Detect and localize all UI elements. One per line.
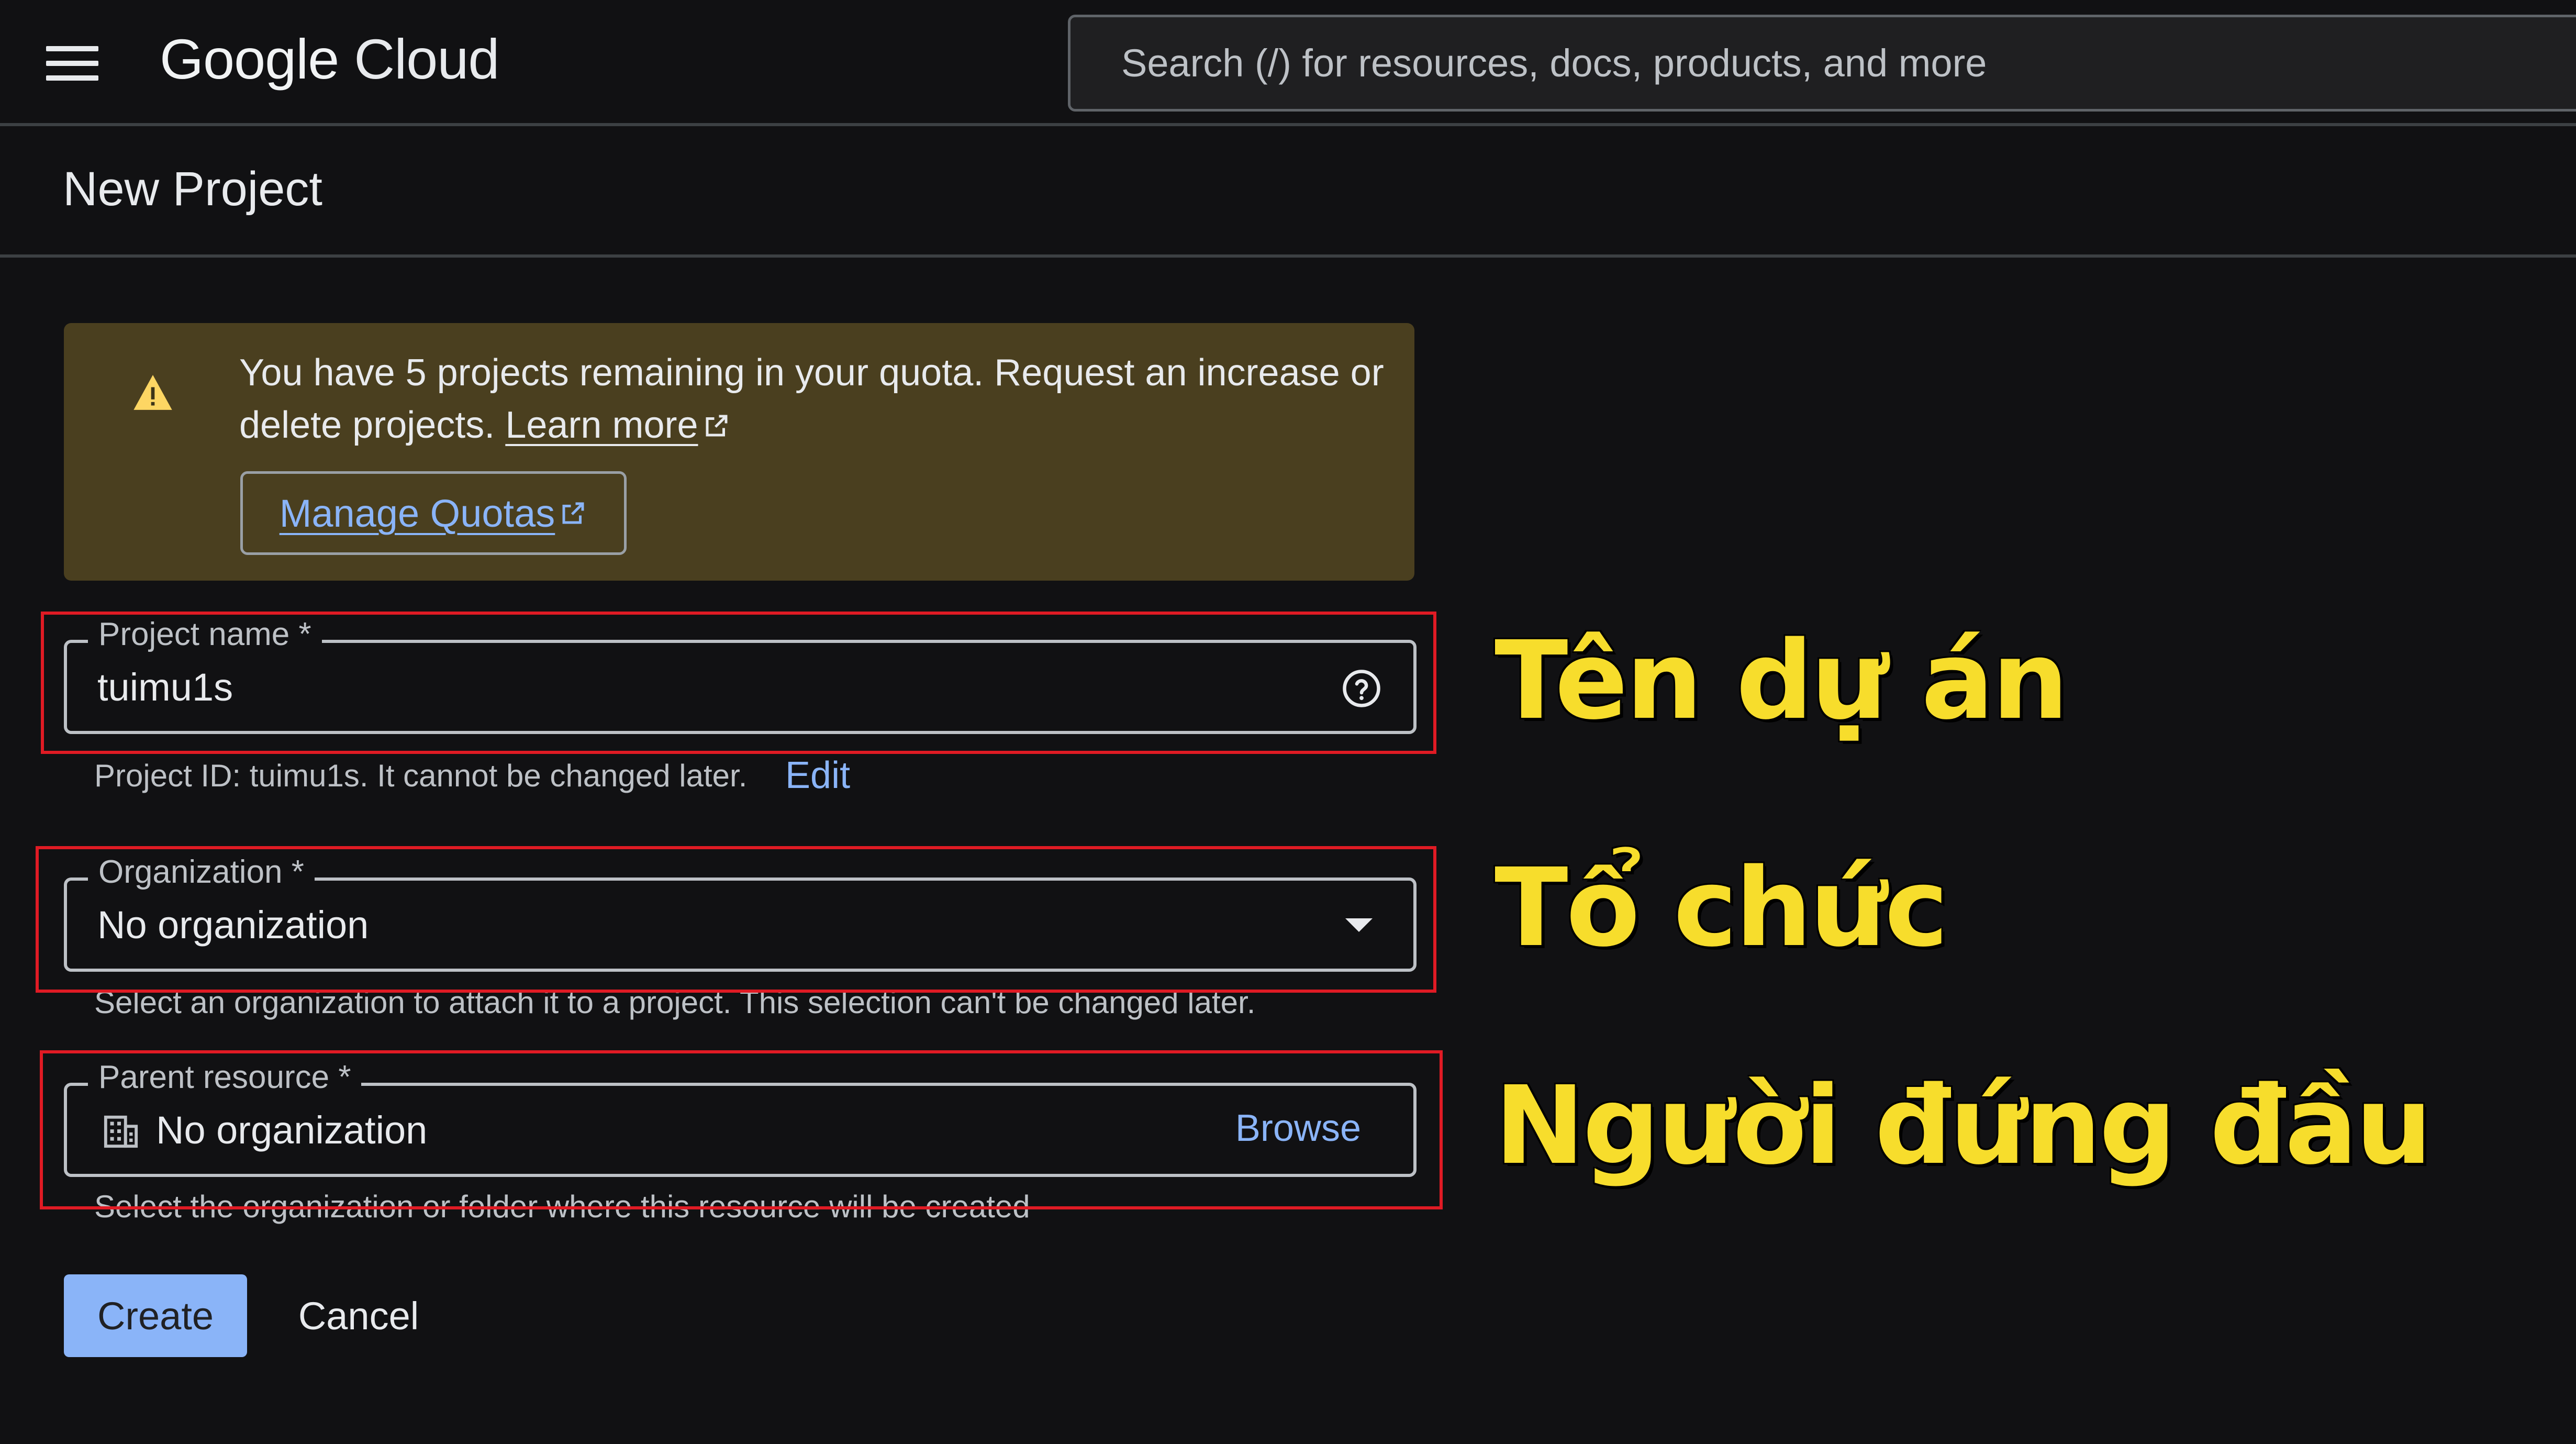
project-name-label: Project name * xyxy=(88,616,322,653)
organization-hint: Select an organization to attach it to a… xyxy=(94,985,1256,1020)
page-header: New Project xyxy=(0,129,2576,258)
project-name-field[interactable]: Project name * xyxy=(64,616,1417,734)
learn-more-link[interactable]: Learn more xyxy=(505,404,698,446)
edit-project-id-link[interactable]: Edit xyxy=(785,754,850,797)
banner-message-text: You have 5 projects remaining in your qu… xyxy=(239,352,1384,446)
parent-resource-value: No organization xyxy=(156,1108,428,1152)
search-input[interactable] xyxy=(1120,17,2534,109)
dropdown-arrow-icon[interactable] xyxy=(1345,918,1373,932)
quota-warning-banner: You have 5 projects remaining in your qu… xyxy=(64,323,1414,581)
search-box[interactable] xyxy=(1068,15,2576,112)
browse-button[interactable]: Browse xyxy=(1235,1107,1361,1150)
logo-cloud-text: Cloud xyxy=(354,27,499,91)
cancel-button[interactable]: Cancel xyxy=(277,1274,440,1357)
organization-label: Organization * xyxy=(88,853,315,891)
create-button[interactable]: Create xyxy=(64,1274,247,1357)
annotation-project-name: Tên dự án xyxy=(1495,618,2069,743)
hamburger-menu-icon[interactable] xyxy=(46,46,98,81)
page-title: New Project xyxy=(63,162,322,216)
parent-resource-hint: Select the organization or folder where … xyxy=(94,1189,1030,1224)
help-circle-icon[interactable] xyxy=(1341,668,1382,709)
organization-value: No organization xyxy=(97,903,369,947)
banner-message: You have 5 projects remaining in your qu… xyxy=(239,347,1391,451)
manage-quotas-label: Manage Quotas xyxy=(279,491,555,535)
external-link-icon xyxy=(706,415,727,437)
parent-resource-label: Parent resource * xyxy=(88,1059,362,1096)
external-link-icon xyxy=(562,502,584,524)
google-cloud-logo[interactable]: Google Cloud xyxy=(160,26,499,92)
parent-resource-field[interactable]: Parent resource * No organization Browse xyxy=(64,1059,1417,1177)
project-name-input[interactable] xyxy=(97,665,1249,709)
project-id-hint: Project ID: tuimu1s. It cannot be change… xyxy=(94,758,748,793)
annotation-parent-resource: Người đứng đầu xyxy=(1495,1063,2432,1188)
top-bar: Google Cloud xyxy=(0,0,2576,126)
logo-google-text: Google xyxy=(160,27,339,91)
annotation-organization: Tổ chức xyxy=(1495,845,1948,971)
warning-icon xyxy=(133,375,172,410)
manage-quotas-button[interactable]: Manage Quotas xyxy=(240,471,627,555)
building-icon xyxy=(104,1115,138,1148)
organization-field[interactable]: Organization * No organization xyxy=(64,853,1417,972)
